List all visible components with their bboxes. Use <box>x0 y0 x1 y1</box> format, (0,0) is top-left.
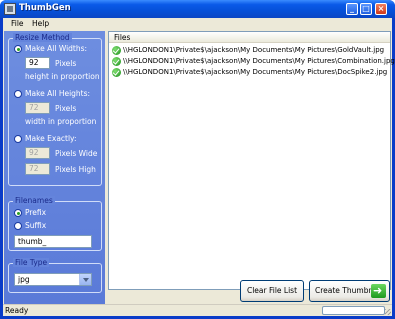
app-window: ThumbGen _ □ × File Help Resize Method M… <box>0 0 395 319</box>
progress-bar <box>322 306 385 315</box>
arrow-right-icon <box>371 281 386 301</box>
resize-method-title: Resize Method <box>13 33 72 42</box>
list-item[interactable]: \\HGLONDON1\Private$\ajackson\My Documen… <box>112 67 388 78</box>
check-icon <box>112 46 121 55</box>
suffix-radio[interactable] <box>14 222 22 230</box>
check-icon <box>112 68 121 77</box>
filenames-title: Filenames <box>13 196 55 205</box>
client-area: File Help Resize Method Make All Widths:… <box>3 18 395 316</box>
clear-file-list-button[interactable]: Clear File List <box>240 280 304 302</box>
status-bar: Ready <box>3 304 392 316</box>
exact-height-input[interactable]: 72 <box>25 163 50 175</box>
minimize-icon[interactable]: _ <box>346 3 358 15</box>
width-proportion-note: width in proportion <box>25 117 97 126</box>
file-type-value: jpg <box>18 275 30 284</box>
make-exactly-radio[interactable] <box>14 135 22 143</box>
check-icon <box>112 57 121 66</box>
file-type-select[interactable]: jpg <box>14 273 92 286</box>
file-path: \\HGLONDON1\Private$\ajackson\My Documen… <box>123 68 388 76</box>
file-path: \\HGLONDON1\Private$\ajackson\My Documen… <box>123 57 395 65</box>
app-icon <box>4 3 16 15</box>
filename-affix-input[interactable]: thumb_ <box>14 235 92 248</box>
maximize-icon[interactable]: □ <box>360 3 372 15</box>
suffix-label: Suffix <box>25 221 47 230</box>
prefix-label: Prefix <box>25 208 47 217</box>
make-all-widths-radio[interactable] <box>14 45 22 53</box>
width-unit-label: Pixels <box>55 59 77 68</box>
menu-file[interactable]: File <box>11 19 24 28</box>
exact-height-unit: Pixels High <box>55 165 96 174</box>
prefix-radio[interactable] <box>14 209 22 217</box>
exact-width-unit: Pixels Wide <box>55 149 98 158</box>
height-input[interactable]: 72 <box>25 102 50 114</box>
resize-grip-icon[interactable] <box>385 309 391 315</box>
height-unit-label: Pixels <box>55 104 77 113</box>
chevron-down-icon[interactable] <box>79 274 91 285</box>
menu-help[interactable]: Help <box>32 19 49 28</box>
filenames-group: Filenames Prefix Suffix thumb_ <box>8 196 102 251</box>
height-proportion-note: height in proportion <box>25 72 100 81</box>
window-title: ThumbGen <box>19 3 71 13</box>
status-text: Ready <box>5 306 29 315</box>
options-panel: Resize Method Make All Widths: 92 Pixels… <box>4 31 105 304</box>
file-list[interactable]: Files \\HGLONDON1\Private$\ajackson\My D… <box>108 31 395 290</box>
resize-method-group: Resize Method Make All Widths: 92 Pixels… <box>8 33 102 186</box>
width-input[interactable]: 92 <box>25 57 50 69</box>
file-type-title: File Type <box>13 258 50 267</box>
make-all-heights-label: Make All Heights: <box>25 89 91 98</box>
exact-width-input[interactable]: 92 <box>25 147 50 159</box>
list-item[interactable]: \\HGLONDON1\Private$\ajackson\My Documen… <box>112 45 388 56</box>
make-all-widths-label: Make All Widths: <box>25 44 88 53</box>
make-all-heights-radio[interactable] <box>14 90 22 98</box>
make-exactly-label: Make Exactly: <box>25 134 77 143</box>
menu-bar: File Help <box>3 18 392 30</box>
create-thumbnails-button[interactable]: Create Thumbnails <box>309 280 390 302</box>
files-column-label: Files <box>114 33 131 42</box>
list-header-files[interactable]: Files <box>109 32 390 43</box>
list-item[interactable]: \\HGLONDON1\Private$\ajackson\My Documen… <box>112 56 395 67</box>
close-icon[interactable]: × <box>375 3 387 15</box>
file-type-group: File Type jpg <box>8 258 102 293</box>
title-bar[interactable]: ThumbGen _ □ × <box>0 0 395 18</box>
file-path: \\HGLONDON1\Private$\ajackson\My Documen… <box>123 46 385 54</box>
